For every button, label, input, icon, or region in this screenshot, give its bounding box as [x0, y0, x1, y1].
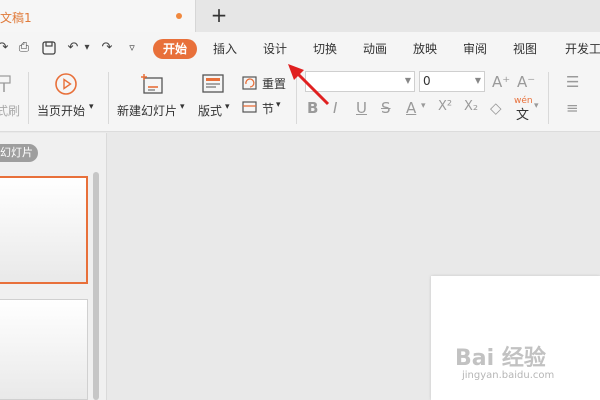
- superscript-button[interactable]: X²: [438, 99, 452, 114]
- save-icon[interactable]: [40, 39, 58, 57]
- play-dropdown-icon[interactable]: ▾: [89, 102, 94, 112]
- new-slide-dropdown-icon[interactable]: ▾: [180, 102, 185, 112]
- subscript-button[interactable]: X₂: [464, 99, 478, 114]
- ribbon-separator: [548, 72, 549, 124]
- chevron-down-icon[interactable]: ▾: [534, 101, 539, 111]
- font-size-value: 0: [423, 74, 431, 88]
- slide-canvas[interactable]: [431, 276, 600, 400]
- font-size-combobox[interactable]: 0 ▼: [419, 71, 485, 92]
- chevron-down-icon: ▼: [404, 76, 411, 85]
- unsaved-dot-icon: [176, 13, 182, 19]
- slide-thumbnail-1[interactable]: [0, 176, 88, 284]
- customize-quick-access-icon[interactable]: ▿: [126, 39, 138, 57]
- format-painter-label: 式刷: [0, 104, 21, 118]
- tab-developer[interactable]: 开发工: [565, 39, 600, 59]
- tab-review[interactable]: 审阅: [463, 39, 487, 59]
- new-slide-label[interactable]: 新建幻灯片: [117, 102, 177, 119]
- font-color-button[interactable]: A: [406, 99, 416, 117]
- redo-arrow-icon[interactable]: ↷: [100, 39, 114, 57]
- tab-home[interactable]: 开始: [153, 39, 197, 59]
- ribbon-separator: [28, 72, 29, 124]
- tab-design[interactable]: 设计: [263, 39, 287, 59]
- tab-insert[interactable]: 插入: [213, 39, 237, 59]
- undo-dropdown-icon[interactable]: ▾: [82, 39, 92, 57]
- clear-format-icon[interactable]: ◇: [490, 99, 502, 117]
- layout-label[interactable]: 版式: [198, 102, 222, 119]
- strikethrough-button[interactable]: S: [381, 99, 391, 117]
- print-icon[interactable]: ⎙: [15, 39, 33, 57]
- format-painter-icon[interactable]: [0, 74, 16, 94]
- slides-panel-tab[interactable]: 幻灯片: [0, 144, 38, 162]
- chevron-down-icon[interactable]: ▾: [421, 101, 426, 111]
- bullets-icon[interactable]: ☰: [566, 73, 579, 91]
- tab-transitions[interactable]: 切换: [313, 39, 337, 59]
- undo-icon[interactable]: ↶: [66, 39, 80, 57]
- redo-icon[interactable]: ↷: [0, 39, 10, 57]
- play-current-icon[interactable]: [54, 72, 78, 96]
- chevron-down-icon: ▼: [474, 76, 481, 85]
- section-icon[interactable]: [242, 99, 258, 115]
- grow-font-icon[interactable]: A⁺: [492, 73, 510, 91]
- watermark-url: jingyan.baidu.com: [462, 370, 555, 381]
- ribbon-separator: [108, 72, 109, 124]
- tab-slideshow[interactable]: 放映: [413, 39, 437, 59]
- tab-animations[interactable]: 动画: [363, 39, 387, 59]
- document-tab[interactable]: 文稿1: [0, 0, 196, 32]
- shrink-font-icon[interactable]: A⁻: [517, 73, 535, 91]
- document-tab-title: 文稿1: [0, 11, 32, 25]
- underline-button[interactable]: U: [356, 99, 367, 117]
- phonetic-guide-button[interactable]: 文: [516, 104, 529, 123]
- align-left-icon[interactable]: ≡: [566, 99, 579, 117]
- tab-view[interactable]: 视图: [513, 39, 537, 59]
- slide-thumbnail-2[interactable]: [0, 299, 88, 400]
- layout-icon[interactable]: [202, 74, 224, 94]
- play-current-label[interactable]: 当页开始: [37, 102, 85, 119]
- annotation-arrow-icon: [288, 64, 330, 106]
- watermark-logo: Bai 经验: [455, 346, 546, 371]
- reset-icon[interactable]: [242, 75, 258, 91]
- new-tab-button[interactable]: +: [208, 3, 230, 27]
- new-slide-icon[interactable]: [139, 72, 165, 96]
- section-label[interactable]: 节: [262, 100, 274, 117]
- layout-dropdown-icon[interactable]: ▾: [225, 102, 230, 112]
- panel-scrollbar[interactable]: [93, 172, 99, 400]
